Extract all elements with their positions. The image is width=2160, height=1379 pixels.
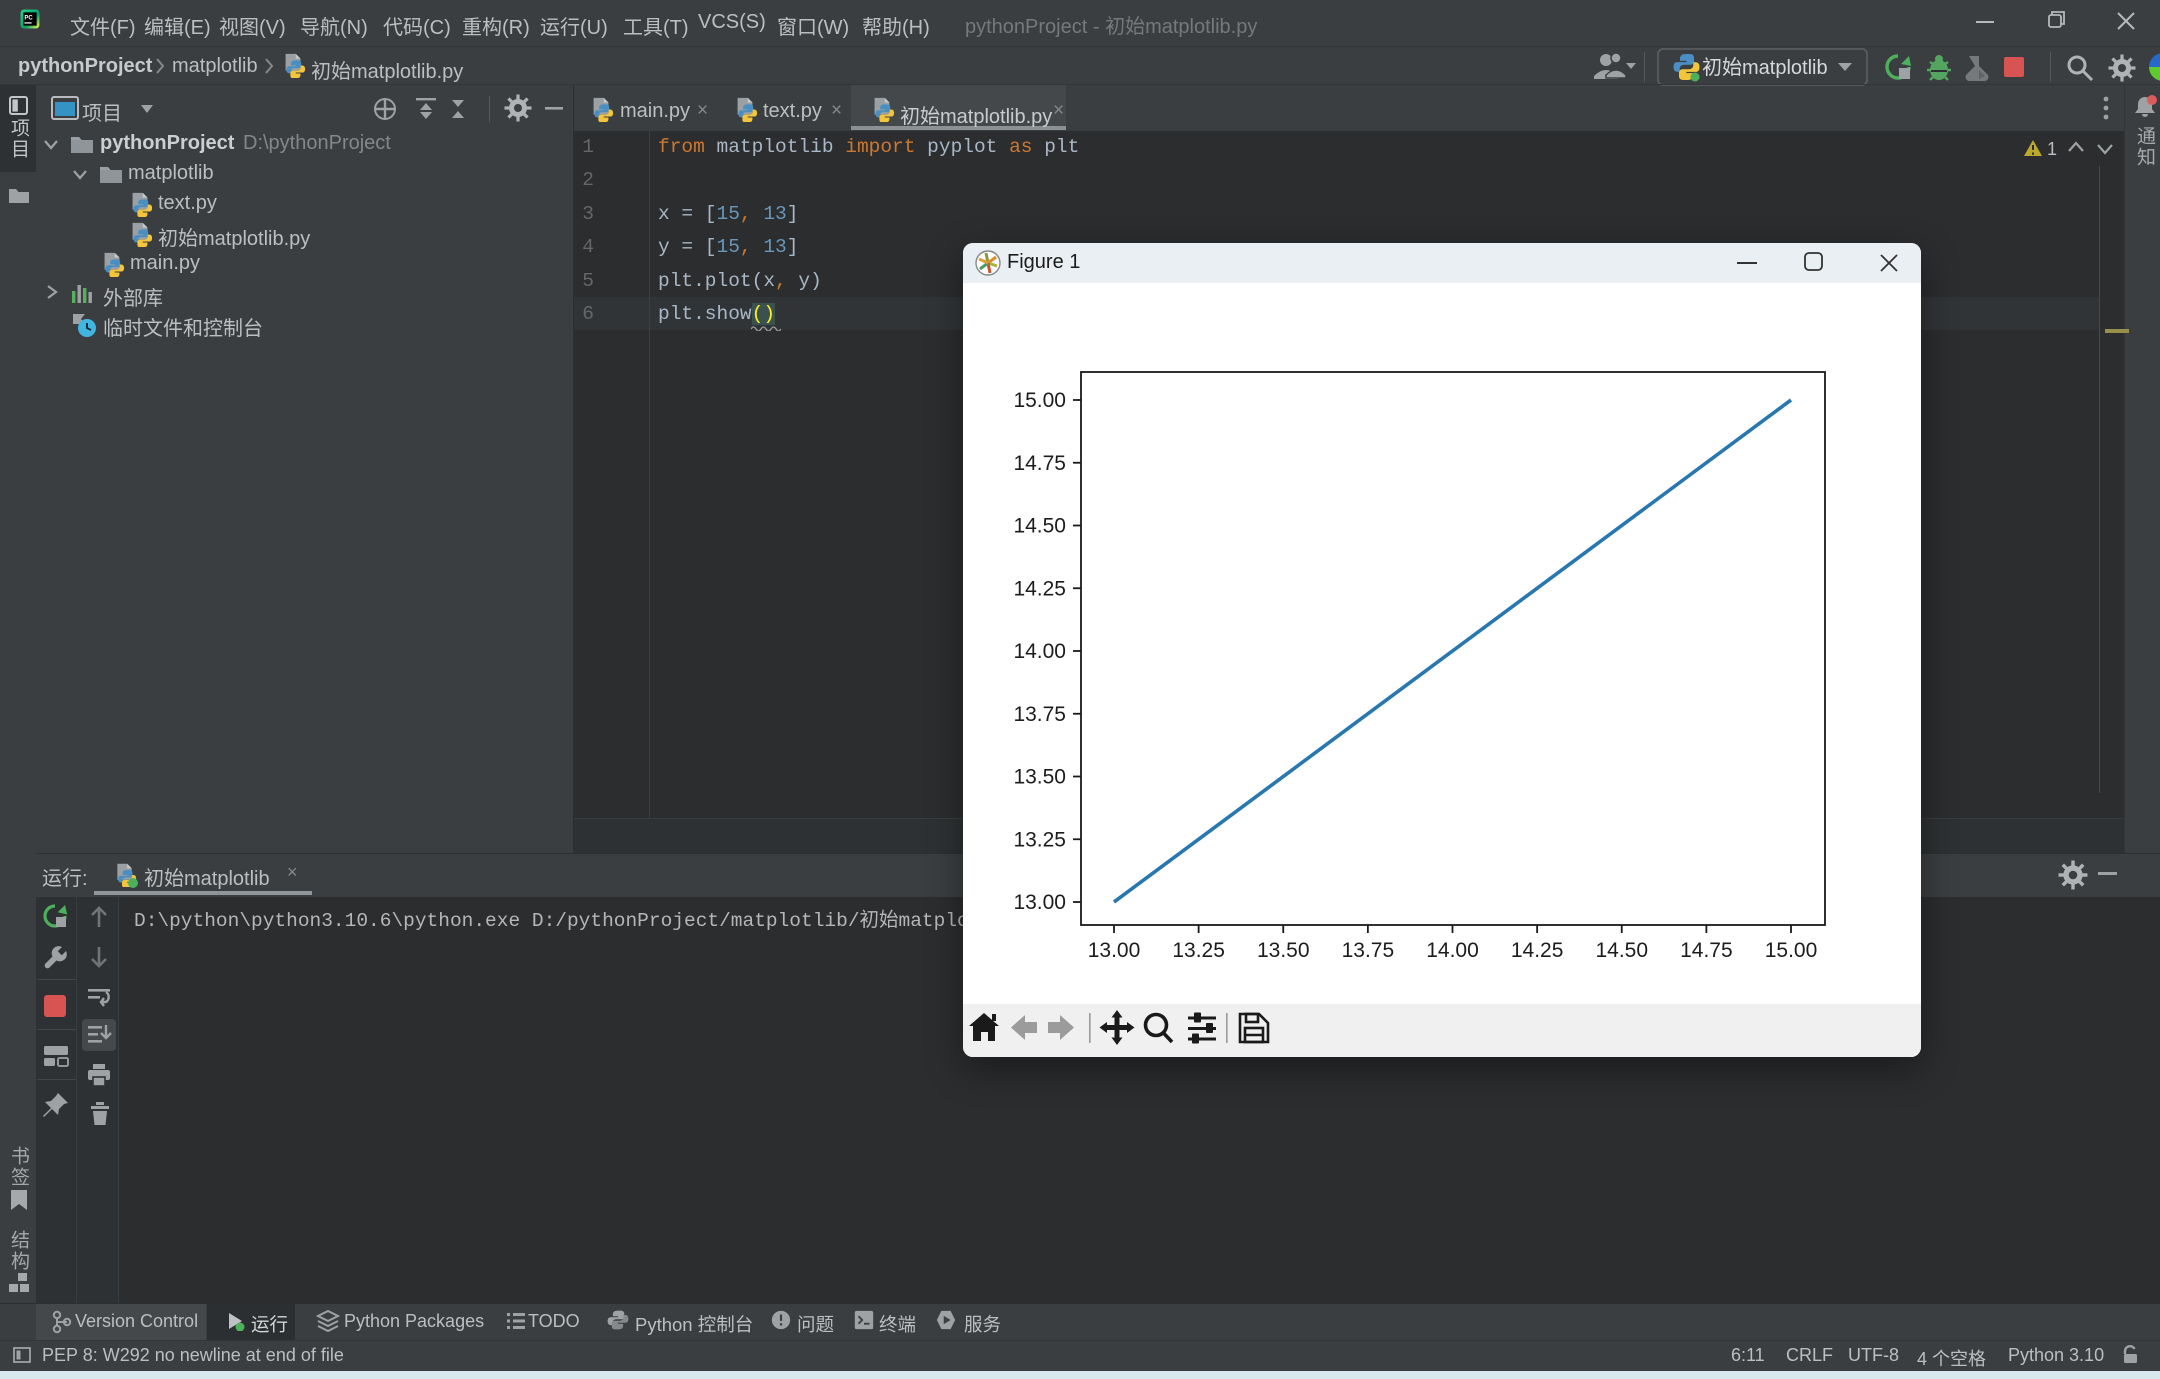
svg-text:13.25: 13.25: [1013, 828, 1066, 851]
svg-text:PC: PC: [24, 16, 33, 22]
svg-text:13.00: 13.00: [1088, 939, 1141, 962]
svg-text:13.75: 13.75: [1342, 939, 1395, 962]
svg-text:15.00: 15.00: [1013, 389, 1066, 412]
svg-text:15.00: 15.00: [1765, 939, 1818, 962]
svg-text:13.50: 13.50: [1013, 766, 1066, 789]
svg-text:14.00: 14.00: [1013, 640, 1066, 663]
svg-text:13.50: 13.50: [1257, 939, 1310, 962]
svg-text:14.75: 14.75: [1680, 939, 1733, 962]
svg-text:初始matplotlib: 初始matplotlib: [1702, 56, 1828, 79]
svg-text:14.50: 14.50: [1013, 515, 1066, 538]
svg-text:14.25: 14.25: [1013, 577, 1066, 600]
svg-text:1: 1: [2047, 139, 2057, 159]
svg-text:13.25: 13.25: [1172, 939, 1225, 962]
svg-text:14.25: 14.25: [1511, 939, 1564, 962]
svg-text:14.50: 14.50: [1595, 939, 1648, 962]
svg-text:13.00: 13.00: [1013, 891, 1066, 914]
svg-text:14.00: 14.00: [1426, 939, 1479, 962]
svg-text:13.75: 13.75: [1013, 703, 1066, 726]
svg-text:14.75: 14.75: [1013, 452, 1066, 475]
